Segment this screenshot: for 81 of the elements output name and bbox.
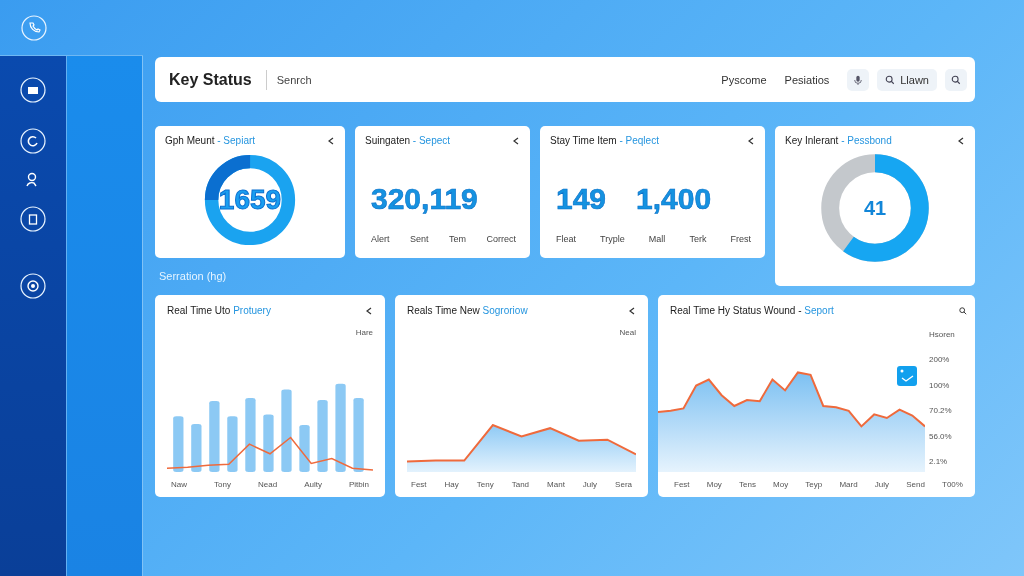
metric-value: 1659 — [218, 184, 282, 216]
card-title: Suingaten - Sepect — [365, 135, 451, 146]
phone-icon[interactable] — [21, 14, 47, 41]
share-icon[interactable] — [957, 136, 965, 145]
metric-value: 320,119 — [371, 182, 478, 216]
share-icon[interactable] — [512, 136, 520, 145]
card-title: Key Inlerant - Pessbond — [785, 135, 892, 146]
metric-label: Alert — [371, 234, 390, 244]
clipboard-icon[interactable] — [20, 206, 46, 232]
axis-label: Moy — [773, 480, 789, 489]
axis-label: Naw — [171, 480, 187, 489]
chart-bar — [317, 400, 328, 472]
chart-bar — [209, 400, 220, 472]
axis-label: Pitbin — [348, 480, 369, 489]
share-icon[interactable] — [365, 306, 373, 315]
metric-label: Frest — [730, 234, 751, 244]
axis-label: Fest — [411, 480, 427, 489]
axis-label: Aulty — [304, 480, 322, 489]
card-title: Gph Meunt - Sepiart — [165, 135, 256, 146]
metric-value: 41 — [863, 196, 887, 220]
axis-label: Hay — [444, 480, 459, 489]
axis-label: Sera — [615, 480, 632, 489]
axis-label: 56.0% — [929, 431, 953, 441]
search-field[interactable]: Senrch — [274, 72, 399, 87]
metric-label: Terk — [689, 234, 707, 244]
axis-label: Tony — [214, 480, 231, 489]
axis-label: Teny — [476, 480, 494, 489]
axis-label: T00% — [942, 480, 963, 489]
nav-link[interactable]: Pesiatios — [784, 73, 830, 86]
share-icon[interactable] — [628, 306, 636, 315]
axis-label: Tand — [511, 480, 530, 489]
metric-label: Correct — [486, 234, 516, 244]
card-title: Real Time Uto Protuery — [167, 305, 271, 316]
share-icon[interactable] — [327, 136, 335, 145]
checkbox-icon — [897, 366, 917, 386]
axis-label: Moy — [706, 480, 722, 489]
axis-label: Nead — [258, 480, 278, 489]
axis-label: Fest — [674, 480, 690, 489]
chart-bar — [227, 416, 238, 472]
metric-value: 1,400 — [636, 182, 712, 216]
search-icon — [951, 74, 961, 85]
refresh-icon[interactable] — [20, 128, 46, 154]
axis-label: Mant — [547, 480, 565, 489]
briefcase-icon[interactable] — [20, 77, 46, 103]
axis-label: 70.2% — [929, 406, 953, 416]
axis-label: July — [582, 480, 598, 489]
metric-label: Sent — [410, 234, 429, 244]
axis-label: Send — [906, 480, 925, 489]
chart-bar — [191, 424, 202, 472]
search-button[interactable] — [945, 68, 967, 91]
axis-label: Tens — [739, 480, 756, 489]
metric-label: Tryple — [600, 234, 625, 244]
card-title: Stay Time Item - Peqlect — [550, 135, 659, 146]
chart-bar — [173, 416, 184, 472]
metric-label: Tem — [448, 234, 466, 244]
axis-label: July — [874, 480, 890, 489]
user-button[interactable]: Llawn — [877, 68, 937, 91]
legend-label: Hare — [354, 328, 373, 337]
microphone-icon — [853, 74, 864, 85]
axis-label: Teyp — [805, 480, 823, 489]
chart-bar — [263, 414, 274, 472]
chart-bar — [299, 424, 310, 472]
search-icon — [885, 74, 896, 85]
nav-link[interactable]: Pyscome — [721, 73, 767, 86]
metric-label: Fleat — [556, 234, 576, 244]
axis-label: Mard — [839, 480, 858, 489]
section-label: Serration (hg) — [158, 270, 228, 282]
axis-label: Hsoren — [929, 330, 956, 339]
legend-label: Neal — [618, 328, 636, 337]
search-icon[interactable] — [959, 306, 967, 315]
share-icon[interactable] — [747, 136, 755, 145]
metric-label: Mall — [648, 234, 666, 244]
page-title: Key Status — [169, 69, 267, 90]
axis-label: 2.1% — [929, 456, 949, 466]
card-title: Reals Time New Sogroriow — [407, 305, 528, 316]
target-icon[interactable] — [20, 273, 46, 299]
card-title: Real Time Hy Status Wound - Seport — [670, 305, 834, 316]
axis-label: 200% — [929, 355, 951, 365]
mic-button[interactable] — [847, 68, 870, 91]
metric-value: 149 — [556, 182, 607, 216]
axis-label: 100% — [929, 380, 951, 390]
